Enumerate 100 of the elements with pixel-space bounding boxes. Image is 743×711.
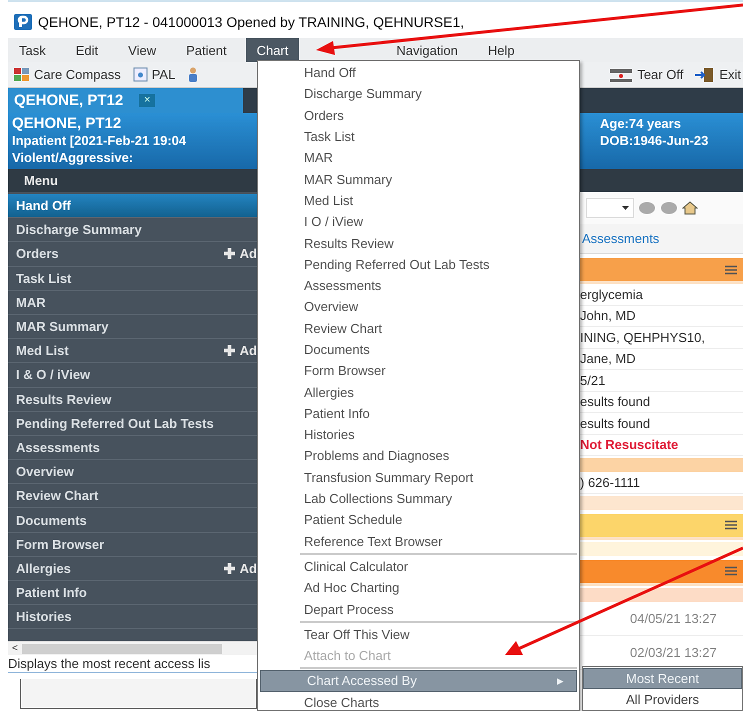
sidebar-item[interactable]: MAR: [8, 290, 257, 315]
menu-option[interactable]: MAR: [258, 147, 579, 168]
sidebar-item-label: Task List: [16, 270, 72, 286]
toolbar-button[interactable]: Tear Off: [607, 66, 686, 82]
menu-item[interactable]: Task: [8, 38, 57, 62]
menu-option[interactable]: Transfusion Summary Report: [258, 466, 579, 488]
sidebar-item-label: Results Review: [16, 392, 112, 407]
sidebar-item[interactable]: Task List: [8, 266, 257, 291]
add-link[interactable]: Ad: [222, 246, 257, 262]
sidebar-item-label: I & O / iView: [16, 367, 92, 382]
encounter-text: Inpatient [2021-Feb-21 19:04: [12, 132, 186, 149]
menu-option[interactable]: Patient Info: [258, 402, 579, 424]
sidebar-item[interactable]: Form Browser: [8, 532, 257, 557]
menu-item[interactable]: Help: [476, 38, 526, 62]
menu-option[interactable]: Task List: [258, 126, 579, 148]
grid-icon: [14, 68, 30, 82]
menu-option[interactable]: Assessments: [258, 274, 579, 296]
home-icon[interactable]: [682, 201, 698, 215]
menu-option[interactable]: Problems and Diagnoses: [258, 445, 579, 467]
menu-option[interactable]: Close Charts: [258, 692, 579, 711]
alert-text: Violent/Aggressive:: [12, 149, 134, 166]
sidebar-item[interactable]: MAR Summary: [8, 314, 257, 340]
scroll-left-button[interactable]: <: [8, 643, 22, 654]
patient-tab[interactable]: QEHONE, PT12 ×: [8, 88, 243, 113]
tab-label: QEHONE, PT12: [14, 92, 124, 109]
menu-option[interactable]: Form Browser: [258, 360, 579, 382]
menu-option[interactable]: Discharge Summary: [258, 83, 579, 105]
menu-option[interactable]: Reference Text Browser: [258, 530, 579, 552]
menu-item[interactable]: Navigation: [385, 38, 469, 62]
menu-item[interactable]: Edit: [64, 38, 110, 62]
sidebar-item-label: Hand Off: [16, 198, 72, 214]
menu-header-title: Menu: [24, 173, 58, 188]
patient-name: QEHONE, PT12: [12, 115, 122, 132]
menu-option[interactable]: Ad Hoc Charting: [258, 577, 579, 598]
toolbar-button[interactable]: PAL: [130, 67, 178, 82]
menu-option[interactable]: Review Chart: [258, 318, 579, 339]
menu-option[interactable]: Hand Off: [258, 62, 579, 84]
add-link[interactable]: Ad: [222, 560, 257, 576]
sidebar-item[interactable]: Patient Info: [8, 581, 257, 606]
sidebar-item-label: Pending Referred Out Lab Tests: [16, 416, 215, 431]
sidebar-item[interactable]: I & O / iView: [8, 363, 257, 388]
scroll-thumb[interactable]: [22, 644, 222, 654]
menu-item[interactable]: Patient: [175, 38, 238, 62]
menu-icon[interactable]: [725, 520, 737, 530]
menu-option[interactable]: Orders: [258, 104, 579, 126]
menu-item[interactable]: Chart: [246, 38, 300, 62]
sidebar-item-label: Form Browser: [16, 536, 106, 552]
sidebar-item-label: Assessments: [16, 440, 101, 455]
menu-option[interactable]: Depart Process: [258, 598, 579, 620]
sidebar-item[interactable]: Allergies Ad: [8, 556, 257, 581]
sidebar-item[interactable]: Overview: [8, 460, 257, 484]
menu-option[interactable]: Lab Collections Summary: [258, 488, 579, 510]
sidebar-item-label: Overview: [16, 464, 75, 480]
menu-option[interactable]: Results Review: [258, 232, 579, 254]
sidebar-item-label: Discharge Summary: [16, 222, 143, 238]
status-bar: Displays the most recent access lis: [8, 655, 257, 674]
sidebar-item-label: Documents: [16, 512, 88, 528]
menu-option[interactable]: Overview: [258, 296, 579, 318]
tear-off-icon: [609, 66, 634, 82]
sidebar-item[interactable]: Histories: [8, 605, 257, 630]
exit-door-icon: [695, 66, 716, 82]
menu-option[interactable]: MAR Summary: [258, 168, 579, 190]
menu-option[interactable]: Allergies: [258, 381, 579, 403]
toolbar-button[interactable]: Care Compass: [12, 67, 123, 82]
menu-item[interactable]: View: [117, 38, 168, 62]
menu-option[interactable]: Pending Referred Out Lab Tests: [258, 254, 579, 275]
menu-option[interactable]: Patient Schedule: [258, 509, 579, 531]
menu-option[interactable]: Med List: [258, 190, 579, 212]
plus-icon: [222, 562, 236, 575]
menu-option[interactable]: Histories: [258, 424, 579, 446]
menu-option[interactable]: I O / iView: [258, 211, 579, 232]
menu-option[interactable]: Documents: [258, 338, 579, 360]
sidebar-item-label: Allergies: [16, 560, 72, 576]
sidebar-item-label: Patient Info: [16, 585, 88, 600]
sidebar-item[interactable]: Documents: [8, 508, 257, 533]
sidebar-item[interactable]: Hand Off: [8, 194, 257, 218]
menu-option[interactable]: All Providers: [583, 689, 742, 710]
sidebar-item[interactable]: Assessments: [8, 436, 257, 460]
sidebar-item[interactable]: Med List Ad: [8, 339, 257, 364]
close-button[interactable]: ×: [139, 94, 156, 107]
caret-icon: [622, 206, 629, 210]
add-link[interactable]: Ad: [222, 343, 257, 358]
sidebar-item[interactable]: Pending Referred Out Lab Tests: [8, 412, 257, 436]
sidebar-item[interactable]: Review Chart: [8, 484, 257, 508]
plus-icon: [222, 344, 236, 358]
menu-option[interactable]: Clinical Calculator: [258, 556, 579, 578]
submenu-arrow-icon: ▸: [557, 673, 564, 688]
nav-button-icon[interactable]: [638, 201, 656, 215]
menu-icon[interactable]: [725, 264, 737, 274]
horizontal-scrollbar[interactable]: <: [8, 641, 257, 656]
age-text: Age:74 years: [600, 115, 682, 132]
sidebar-item[interactable]: Discharge Summary: [8, 218, 257, 242]
toolbar-button[interactable]: Exit: [693, 66, 743, 82]
menu-option[interactable]: Tear Off This View: [258, 624, 579, 646]
app-logo-icon: [14, 14, 32, 30]
sidebar-item-label: MAR: [16, 294, 47, 310]
menu-icon[interactable]: [725, 566, 737, 576]
plus-icon: [222, 247, 236, 260]
sidebar-item[interactable]: Results Review: [8, 388, 257, 412]
sidebar-item[interactable]: Orders Ad: [8, 242, 257, 267]
